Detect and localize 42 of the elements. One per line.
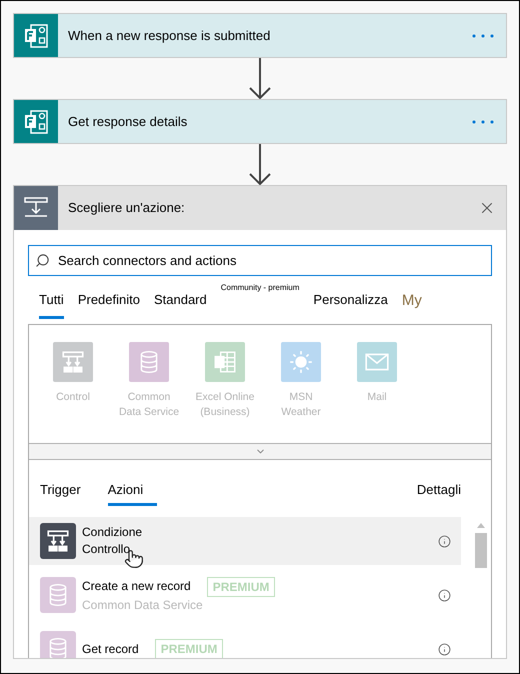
category-tab[interactable]: Predefinito: [78, 286, 140, 319]
category-tab[interactable]: Standard: [154, 286, 207, 319]
panel-title: Scegliere un'azione:: [68, 199, 186, 218]
connector-name: MSN Weather: [280, 390, 322, 420]
category-tab[interactable]: Personalizza: [313, 286, 388, 319]
search-field[interactable]: Search connectors and actions: [28, 245, 492, 276]
step-title: When a new response is submitted: [68, 26, 272, 45]
connector-name: Mail: [366, 390, 388, 405]
expand-bar[interactable]: [29, 443, 491, 460]
category-tab[interactable]: Community - premium: [220, 278, 300, 311]
action-subtitle: Controllo: [82, 541, 132, 558]
action-title: Create a new record: [82, 578, 191, 595]
category-tab[interactable]: My: [402, 286, 422, 319]
connector-name: Excel Online (Business): [194, 390, 256, 420]
action-tab[interactable]: Trigger: [40, 480, 81, 506]
forms-logo-icon: [23, 22, 49, 48]
connector-name: Common Data Service: [118, 390, 180, 420]
step-title: Get response details: [68, 112, 188, 131]
premium-label: PREMIUM: [206, 576, 276, 596]
forms-logo-icon: [23, 108, 49, 134]
scrollbar-thumb[interactable]: [475, 533, 487, 568]
scroll-up-arrow-icon: [477, 523, 485, 528]
flow-step-card[interactable]: When a new response is submitted: [13, 13, 507, 58]
search-icon: [35, 253, 50, 268]
info-icon[interactable]: [438, 642, 451, 656]
action-subtitle: Common Data Service: [82, 596, 204, 614]
more-options-icon[interactable]: [472, 120, 494, 124]
info-icon[interactable]: [438, 588, 451, 602]
category-tab[interactable]: Tutti: [39, 286, 64, 319]
info-icon[interactable]: [438, 534, 451, 548]
insert-step-icon: [24, 197, 48, 219]
flow-step-card[interactable]: Get response details: [13, 99, 507, 144]
action-row[interactable]: Condizione Controllo: [29, 517, 461, 565]
premium-label: PREMIUM: [154, 639, 224, 658]
arrow-down-icon: [248, 144, 272, 185]
action-tab[interactable]: Azioni: [108, 480, 157, 506]
connector-name: Control: [55, 390, 91, 405]
arrow-down-icon: [248, 58, 272, 99]
details-link[interactable]: Dettagli: [416, 480, 461, 506]
action-title: Condizione: [82, 524, 142, 541]
more-options-icon[interactable]: [472, 34, 494, 38]
action-title: Get record: [82, 640, 139, 658]
